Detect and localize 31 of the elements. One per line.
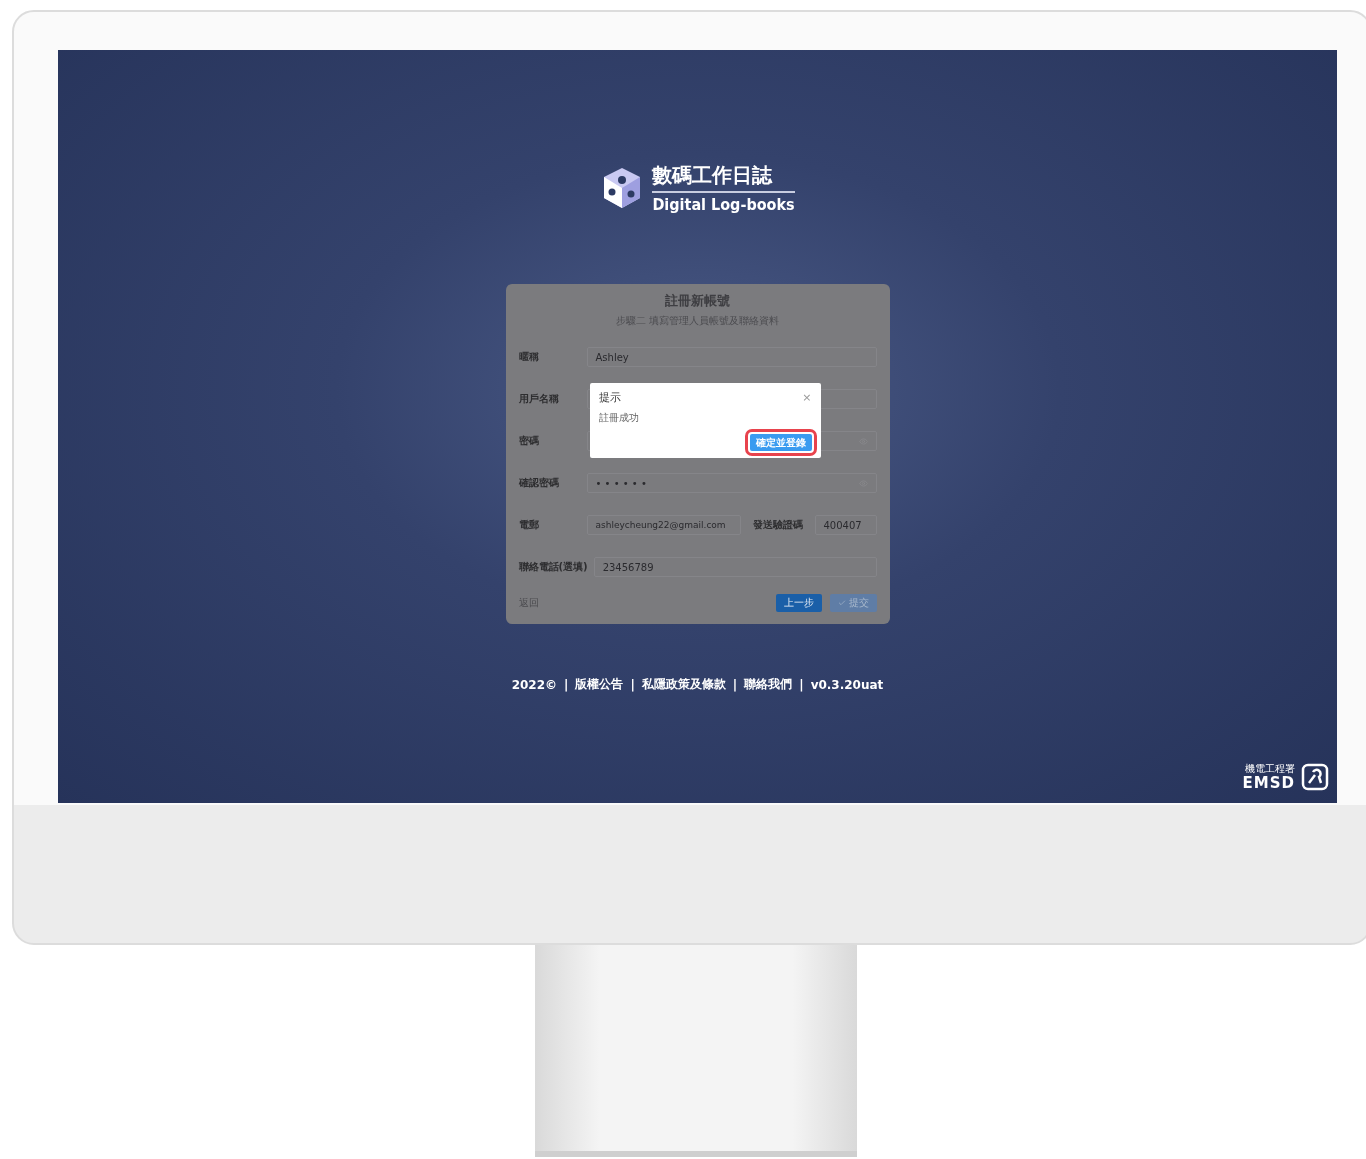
password-field[interactable]: • • • • • • <box>586 473 877 493</box>
field-label: 暱稱 <box>518 350 540 364</box>
field-label: 用戶名稱 <box>518 392 560 406</box>
footer-text: v0.3.20uat <box>810 677 884 692</box>
footer-link[interactable]: 私隱政策及條款 <box>641 676 726 693</box>
input-field[interactable]: 23456789 <box>593 557 877 577</box>
dialog-message: 註冊成功 <box>598 411 640 425</box>
field-label: 確認密碼 <box>518 476 560 490</box>
footer-link[interactable]: 聯絡我們 <box>744 676 793 693</box>
separator: | <box>630 677 635 692</box>
form-button[interactable]: 上一步 <box>775 594 822 612</box>
agency-logo <box>1301 762 1329 791</box>
field-label: 密碼 <box>518 434 540 448</box>
separator: | <box>732 677 738 692</box>
close-button[interactable]: × <box>802 391 812 404</box>
field-label: 電郵 <box>518 518 540 532</box>
email-field[interactable]: ashleycheung22@gmail.com <box>586 515 741 535</box>
card-title: 註冊新帳號 <box>665 292 730 310</box>
footer-link[interactable]: 版權公告 <box>575 676 624 693</box>
footer-text: 2022© <box>511 677 558 692</box>
code-field[interactable]: 400407 <box>814 515 877 535</box>
input-field[interactable]: Ashley <box>586 347 877 367</box>
app-title: 數碼工作日誌 <box>652 162 795 193</box>
send-code-button[interactable]: 發送驗證碼 <box>746 515 809 535</box>
agency-name: 機電工程署 <box>1245 762 1295 776</box>
separator: | <box>564 677 569 692</box>
separator: | <box>799 677 804 692</box>
app-subtitle: Digital Log-books <box>652 194 795 214</box>
dialog-title: 提示 <box>598 390 621 405</box>
field-label: 聯絡電話(選填) <box>518 560 588 574</box>
agency-abbreviation: EMSD <box>1242 776 1295 791</box>
